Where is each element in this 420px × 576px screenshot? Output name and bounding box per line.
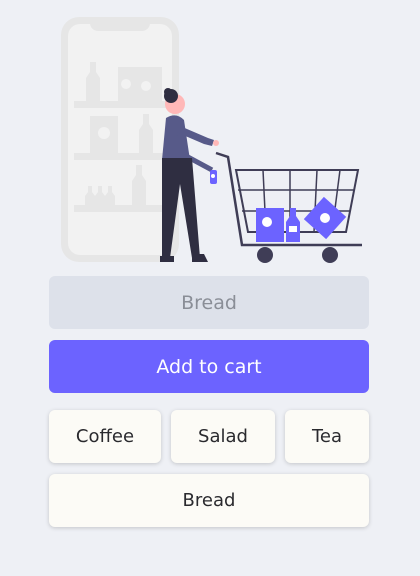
suggestion-chip-salad[interactable]: Salad — [171, 410, 275, 463]
add-to-cart-button[interactable]: Add to cart — [49, 340, 369, 393]
cart-graphic — [215, 151, 362, 263]
phone-shelf-graphic — [61, 17, 179, 262]
suggestion-chip-coffee[interactable]: Coffee — [49, 410, 161, 463]
suggestion-chip-tea[interactable]: Tea — [285, 410, 369, 463]
item-name-input[interactable] — [49, 276, 369, 329]
suggestion-chip-bread[interactable]: Bread — [49, 474, 369, 527]
shopping-cart-illustration — [61, 17, 362, 263]
